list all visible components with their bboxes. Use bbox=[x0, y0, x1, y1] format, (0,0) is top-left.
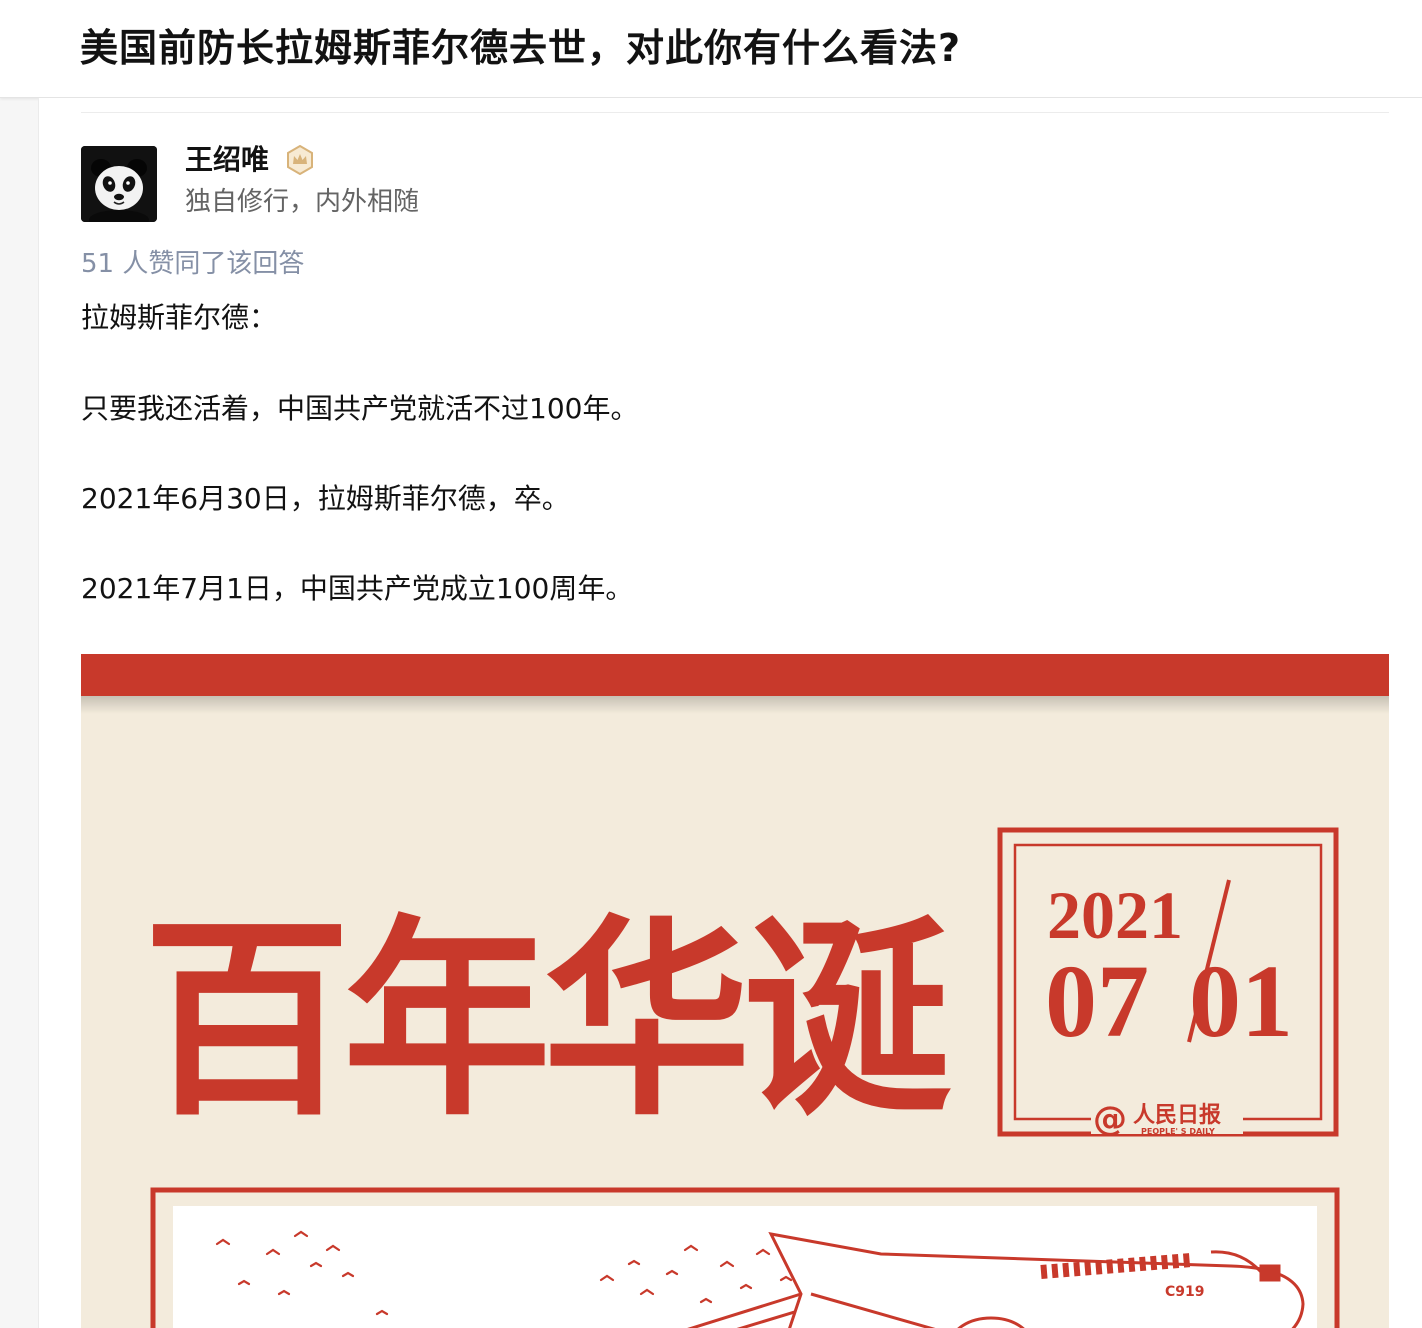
divider bbox=[81, 112, 1389, 113]
question-title[interactable]: 美国前防长拉姆斯菲尔德去世，对此你有什么看法? bbox=[80, 22, 961, 74]
aircraft-mark: C919 bbox=[1165, 1284, 1205, 1300]
author-bio: 独自修行，内外相随 bbox=[185, 187, 420, 217]
author-name[interactable]: 王绍唯 bbox=[185, 140, 269, 180]
answer-paragraph: 2021年7月1日，中国共产党成立100周年。 bbox=[81, 572, 634, 605]
panda-avatar-icon bbox=[81, 146, 157, 222]
date-day: 01 bbox=[1189, 944, 1293, 1059]
date-month: 07 bbox=[1045, 944, 1149, 1059]
avatar[interactable] bbox=[81, 146, 157, 222]
date-year: 2021 bbox=[1047, 877, 1183, 953]
answer-paragraph: 2021年6月30日，拉姆斯菲尔德，卒。 bbox=[81, 482, 570, 515]
poster-headline: 百年华诞 bbox=[143, 905, 952, 1140]
brand-name: 人民日报 bbox=[1133, 1103, 1221, 1128]
vote-count[interactable]: 51 人赞同了该回答 bbox=[81, 246, 304, 282]
answer-paragraph: 只要我还活着，中国共产党就活不过100年。 bbox=[81, 392, 639, 425]
crown-badge-icon[interactable] bbox=[285, 145, 315, 175]
question-header: 美国前防长拉姆斯菲尔德去世，对此你有什么看法? bbox=[0, 0, 1422, 98]
answer-card: 王绍唯 独自修行，内外相随 51 人赞同了该回答 拉姆斯菲尔德： 只要我还活着，… bbox=[38, 98, 1422, 1328]
centenary-poster-image[interactable]: 百年华诞 2021 07 01 @ 人民日报 PEOPLE' S DAILY C… bbox=[81, 654, 1389, 1328]
brand-at-icon: @ bbox=[1093, 1099, 1127, 1139]
answer-paragraph: 拉姆斯菲尔德： bbox=[81, 301, 278, 334]
brand-name-en: PEOPLE' S DAILY bbox=[1141, 1127, 1215, 1136]
